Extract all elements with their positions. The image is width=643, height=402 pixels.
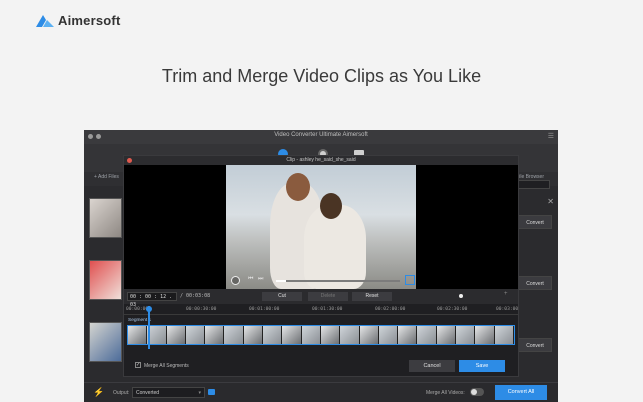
page-headline: Trim and Merge Video Clips as You Like	[161, 66, 482, 86]
clip-dialog: Clip - ashley he_said_she_said ⏮ ⏭ 00 : …	[123, 155, 519, 377]
clip-dialog-titlebar: Clip - ashley he_said_she_said	[124, 156, 518, 165]
convert-button[interactable]: Convert	[518, 276, 552, 290]
pause-icon[interactable]	[231, 276, 240, 285]
delete-button[interactable]: Delete	[308, 292, 348, 301]
window-title: Video Converter Ultimate Aimersoft	[274, 132, 368, 138]
ruler-tick: 00:01:30:00	[312, 307, 343, 312]
reset-button[interactable]: Reset	[352, 292, 392, 301]
merge-all-videos-label: Merge All Videos:	[426, 390, 465, 396]
merge-all-videos-toggle[interactable]	[470, 388, 484, 396]
seek-bar[interactable]	[276, 280, 400, 282]
fullscreen-icon[interactable]	[405, 275, 415, 285]
close-icon[interactable]: ✕	[547, 197, 554, 206]
speed-icon[interactable]: ⚡	[93, 387, 104, 398]
folder-icon[interactable]	[208, 389, 215, 395]
next-icon[interactable]: ⏭	[258, 276, 263, 283]
close-icon[interactable]	[127, 158, 132, 163]
save-button[interactable]: Save	[459, 360, 505, 372]
clip-dialog-footer: ✓ Merge All Segments Cancel Save	[124, 356, 518, 376]
add-files-button[interactable]: + Add Files	[94, 174, 119, 180]
playback-controls: ⏮ ⏭	[226, 275, 416, 287]
convert-button[interactable]: Convert	[518, 215, 552, 229]
ruler-tick: 00:03:00	[496, 307, 519, 312]
video-preview[interactable]: ⏮ ⏭	[124, 165, 518, 289]
video-thumbnail[interactable]	[89, 260, 122, 300]
cancel-button[interactable]: Cancel	[409, 360, 455, 372]
convert-button[interactable]: Convert	[518, 338, 552, 352]
clip-dialog-title: Clip - ashley he_said_she_said	[286, 157, 356, 163]
output-folder-select[interactable]: Converted ▾	[132, 387, 205, 398]
menu-icon[interactable]: ☰	[548, 132, 554, 140]
zoom-slider[interactable]	[459, 294, 463, 298]
merge-segments-checkbox[interactable]: ✓	[135, 362, 141, 368]
ruler-tick: 00:02:00:00	[375, 307, 406, 312]
output-value: Converted	[136, 390, 160, 396]
total-duration: / 00:03:08	[180, 293, 211, 299]
video-thumbnail[interactable]	[89, 322, 122, 362]
format-select[interactable]	[516, 180, 550, 189]
zoom-in-icon[interactable]: +	[504, 291, 508, 297]
timeline-ruler: 00:00:00 00:00:30:00 00:01:00:00 00:01:3…	[124, 305, 518, 315]
convert-all-button[interactable]: Convert All	[495, 385, 547, 400]
ruler-tick: 00:01:00:00	[249, 307, 280, 312]
segment-filmstrip[interactable]	[127, 325, 515, 345]
output-label: Output:	[113, 390, 130, 396]
window-titlebar: Video Converter Ultimate Aimersoft ☰	[84, 130, 558, 144]
video-frame	[226, 165, 416, 289]
aimersoft-logo-icon	[36, 14, 54, 27]
brand-name: Aimersoft	[58, 13, 121, 28]
bottom-bar: ⚡ Output: Converted ▾ Merge All Videos: …	[84, 382, 558, 402]
ruler-tick: 00:00:00	[126, 307, 149, 312]
cut-button[interactable]: Cut	[262, 292, 302, 301]
time-input[interactable]: 00 : 00 : 12 . 03	[127, 292, 177, 308]
edit-bar: 00 : 00 : 12 . 03 / 00:03:08 Cut Delete …	[124, 289, 518, 308]
video-thumbnail[interactable]	[89, 198, 122, 238]
timeline-playhead[interactable]	[146, 306, 152, 349]
ruler-tick: 00:02:30:00	[437, 307, 468, 312]
aimersoft-logo: Aimersoft	[36, 13, 120, 28]
ruler-tick: 00:00:30:00	[186, 307, 217, 312]
previous-icon[interactable]: ⏮	[248, 276, 253, 283]
chevron-down-icon: ▾	[198, 390, 201, 396]
merge-all-segments-label: Merge All Segments	[144, 363, 189, 369]
